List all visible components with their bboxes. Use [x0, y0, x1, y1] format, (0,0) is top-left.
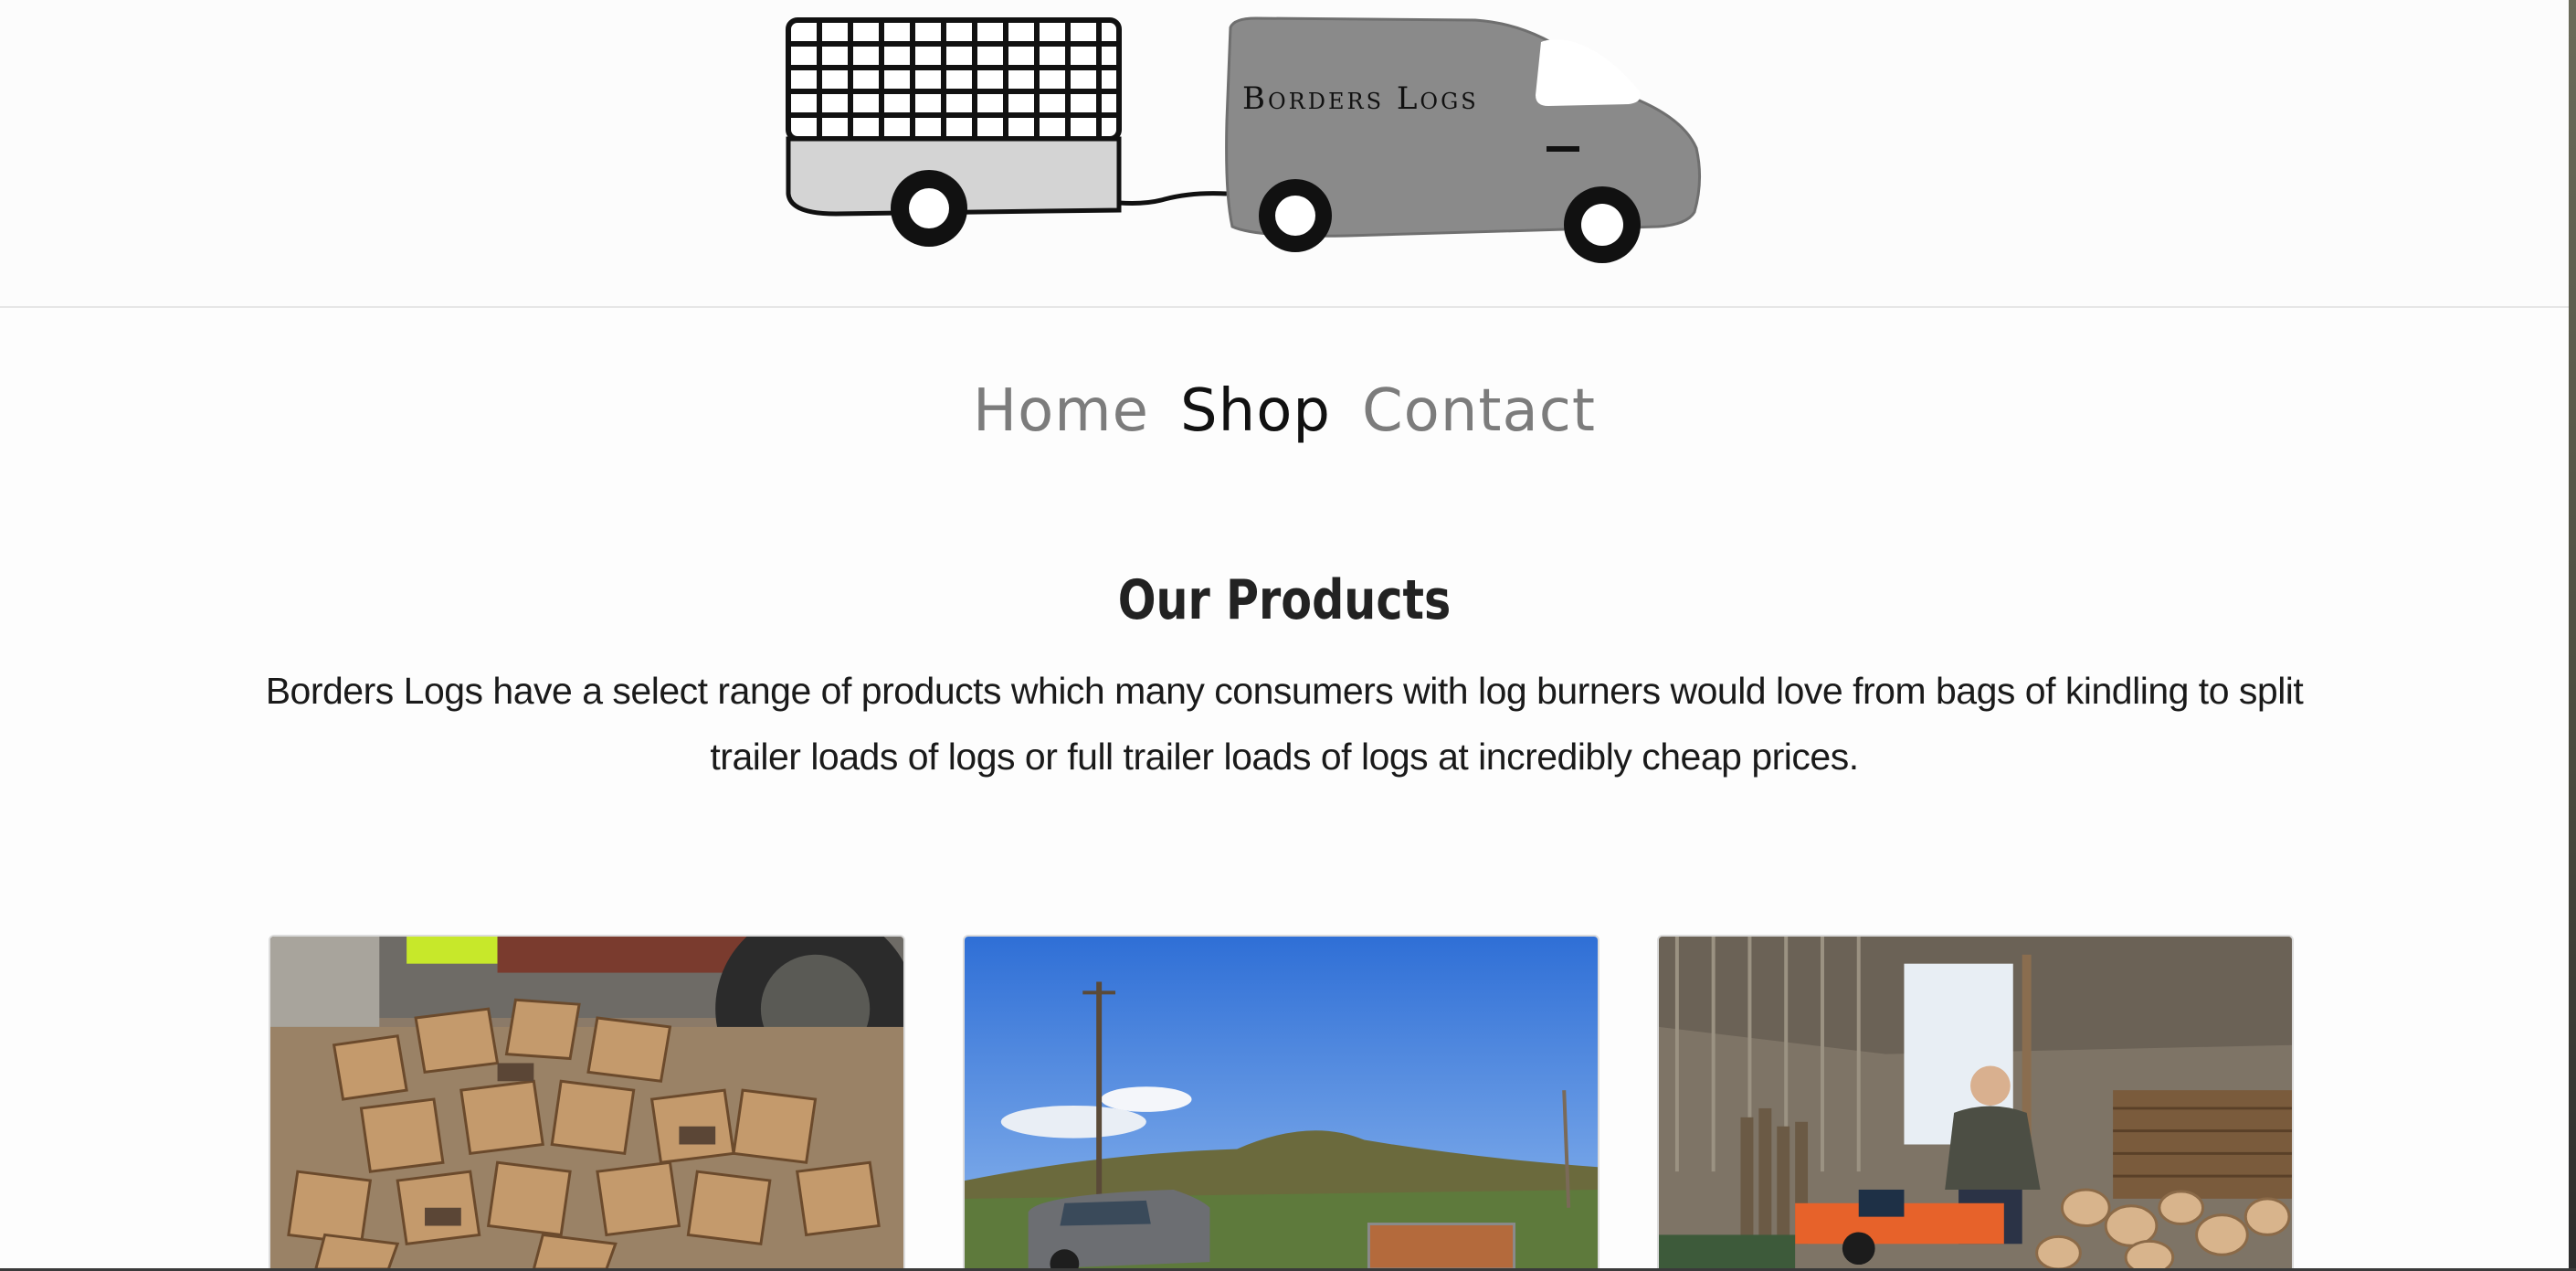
main-nav: Home Shop Contact [0, 365, 2569, 457]
product-card-split-logs[interactable] [269, 935, 905, 1268]
log-splitting-image [1659, 937, 2292, 1268]
van-trailer-logo-icon [786, 16, 1702, 263]
nav-home-link[interactable]: Home [973, 377, 1149, 445]
logo-text: Borders Logs [1242, 80, 1479, 117]
trailer-load-image [965, 937, 1598, 1268]
page: Borders Logs Home Shop Contact Our Produ… [0, 0, 2569, 1268]
product-card-log-splitting[interactable] [1657, 935, 2294, 1268]
products-heading: Our Products [1117, 568, 1452, 632]
products-description: Borders Logs have a select range of prod… [265, 670, 2304, 778]
product-card-trailer-load[interactable] [963, 935, 1599, 1268]
nav-contact-link[interactable]: Contact [1362, 377, 1596, 445]
nav-shop-link[interactable]: Shop [1180, 377, 1331, 445]
split-logs-image [270, 937, 903, 1268]
site-logo[interactable]: Borders Logs [781, 11, 1786, 267]
site-header: Borders Logs [0, 0, 2569, 308]
window-edge-right [2569, 0, 2576, 1271]
